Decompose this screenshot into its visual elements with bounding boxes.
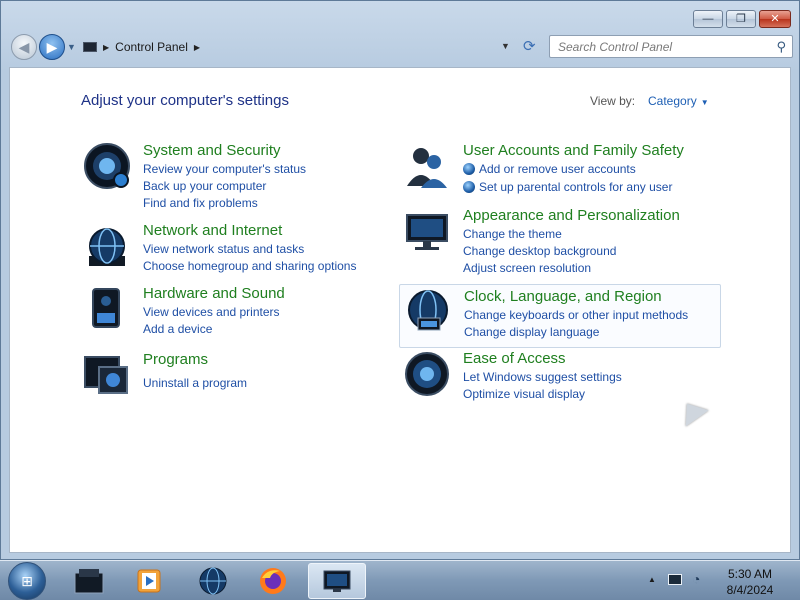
category-appearance: Appearance and Personalization Change th…	[403, 207, 713, 275]
recent-pages-dropdown[interactable]: ▼	[67, 42, 76, 52]
address-bar[interactable]: ▶ Control Panel ▶	[79, 35, 529, 59]
category-system-security: System and Security Review your computer…	[83, 142, 393, 210]
link-label[interactable]: Add or remove user accounts	[479, 162, 636, 176]
ease-of-access-icon	[405, 352, 449, 396]
link-network-status[interactable]: View network status and tasks	[143, 242, 304, 256]
network-globe-icon	[89, 228, 125, 266]
search-icon[interactable]: ⚲	[776, 39, 786, 55]
link-devices-printers[interactable]: View devices and printers	[143, 305, 280, 319]
category-ease-of-access: Ease of Access Let Windows suggest setti…	[403, 350, 713, 414]
breadcrumb-arrow-icon[interactable]: ▶	[103, 43, 109, 52]
category-title[interactable]: Ease of Access	[463, 350, 566, 367]
show-hidden-icons-button[interactable]: ▲	[648, 575, 656, 584]
link-label[interactable]: Set up parental controls for any user	[479, 180, 672, 194]
category-title[interactable]: Clock, Language, and Region	[464, 288, 662, 305]
user-accounts-icon	[407, 148, 447, 188]
category-hardware-sound: Hardware and Sound View devices and prin…	[83, 285, 393, 349]
programs-icon	[84, 356, 128, 394]
view-by-value[interactable]: Category	[648, 94, 697, 108]
navigation-bar: ◀ ▶ ▼ ▶ Control Panel ▶ ▼ ⟳ ⚲	[9, 34, 793, 60]
hardware-speaker-icon	[92, 288, 120, 328]
shield-icon	[463, 163, 475, 175]
category-network-internet: Network and Internet View network status…	[83, 222, 393, 286]
breadcrumb-control-panel[interactable]: Control Panel	[115, 40, 188, 54]
link-visual-display[interactable]: Optimize visual display	[463, 387, 585, 401]
link-desktop-background[interactable]: Change desktop background	[463, 244, 616, 258]
monitor-icon	[406, 214, 448, 250]
start-button[interactable]: ⊞	[8, 562, 46, 600]
caption-buttons: — ❐ ✕	[693, 10, 791, 28]
network-tray-icon[interactable]	[668, 574, 682, 585]
category-title[interactable]: Programs	[143, 351, 208, 368]
chevron-down-icon[interactable]: ▼	[701, 98, 709, 107]
explorer-icon	[74, 569, 104, 594]
close-button[interactable]: ✕	[759, 10, 791, 28]
view-by-label: View by:	[590, 94, 636, 108]
taskbar-media-player[interactable]	[120, 563, 178, 599]
search-input[interactable]	[558, 39, 758, 54]
taskbar-control-panel[interactable]	[308, 563, 366, 599]
link-display-language[interactable]: Change display language	[464, 325, 599, 339]
link-change-theme[interactable]: Change the theme	[463, 227, 562, 241]
taskbar: ⊞ ▲ ◔ 5:30 AM 8/4/2024	[0, 560, 800, 600]
clock-date: 8/4/2024	[726, 583, 774, 597]
back-button[interactable]: ◀	[11, 34, 37, 60]
link-add-remove-accounts[interactable]: Add or remove user accounts	[463, 162, 636, 176]
category-title[interactable]: User Accounts and Family Safety	[463, 142, 684, 159]
back-arrow-icon: ◀	[18, 38, 30, 55]
search-box[interactable]: ⚲	[549, 35, 793, 58]
media-player-icon	[137, 569, 161, 593]
address-dropdown-icon[interactable]: ▼	[501, 41, 510, 51]
link-screen-resolution[interactable]: Adjust screen resolution	[463, 261, 591, 275]
link-suggest-settings[interactable]: Let Windows suggest settings	[463, 370, 622, 384]
page-title: Adjust your computer's settings	[81, 92, 289, 109]
link-change-keyboards[interactable]: Change keyboards or other input methods	[464, 308, 688, 322]
link-add-device[interactable]: Add a device	[143, 322, 212, 336]
refresh-icon[interactable]: ⟳	[523, 37, 536, 55]
link-backup[interactable]: Back up your computer	[143, 179, 266, 193]
system-security-icon	[84, 143, 130, 189]
category-title[interactable]: Hardware and Sound	[143, 285, 285, 302]
link-parental-controls[interactable]: Set up parental controls for any user	[463, 180, 672, 194]
link-uninstall[interactable]: Uninstall a program	[143, 376, 247, 390]
forward-arrow-icon: ▶	[46, 38, 58, 55]
category-title[interactable]: Appearance and Personalization	[463, 207, 680, 224]
maximize-button[interactable]: ❐	[726, 10, 756, 28]
firefox-icon	[260, 568, 286, 594]
breadcrumb-arrow-icon[interactable]: ▶	[194, 43, 200, 52]
forward-button[interactable]: ▶	[39, 34, 65, 60]
content-pane: Adjust your computer's settings View by:…	[9, 67, 791, 553]
control-panel-icon	[83, 42, 97, 52]
link-find-fix[interactable]: Find and fix problems	[143, 196, 258, 210]
globe-icon	[199, 567, 227, 595]
volume-tray-icon[interactable]: ◔	[692, 571, 700, 587]
category-clock-language-region[interactable]: Clock, Language, and Region Change keybo…	[399, 284, 721, 348]
taskbar-explorer[interactable]	[60, 563, 118, 599]
view-by-dropdown[interactable]: Category ▼	[648, 94, 709, 108]
category-user-accounts: User Accounts and Family Safety Add or r…	[403, 142, 713, 206]
windows-logo-icon: ⊞	[21, 572, 33, 589]
minimize-button[interactable]: —	[693, 10, 723, 28]
clock-time: 5:30 AM	[727, 567, 773, 581]
link-homegroup[interactable]: Choose homegroup and sharing options	[143, 259, 356, 273]
category-title[interactable]: Network and Internet	[143, 222, 282, 239]
control-panel-icon	[323, 570, 351, 592]
shield-icon	[463, 181, 475, 193]
taskbar-clock[interactable]: 5:30 AM 8/4/2024	[716, 566, 784, 598]
taskbar-globe[interactable]	[184, 563, 242, 599]
category-programs: Programs Uninstall a program	[83, 351, 393, 415]
control-panel-window: — ❐ ✕ ◀ ▶ ▼ ▶ Control Panel ▶ ▼ ⟳ ⚲ Adju…	[0, 0, 800, 560]
category-title[interactable]: System and Security	[143, 142, 281, 159]
link-review-status[interactable]: Review your computer's status	[143, 162, 306, 176]
taskbar-firefox[interactable]	[244, 563, 302, 599]
clock-globe-icon	[408, 290, 448, 331]
